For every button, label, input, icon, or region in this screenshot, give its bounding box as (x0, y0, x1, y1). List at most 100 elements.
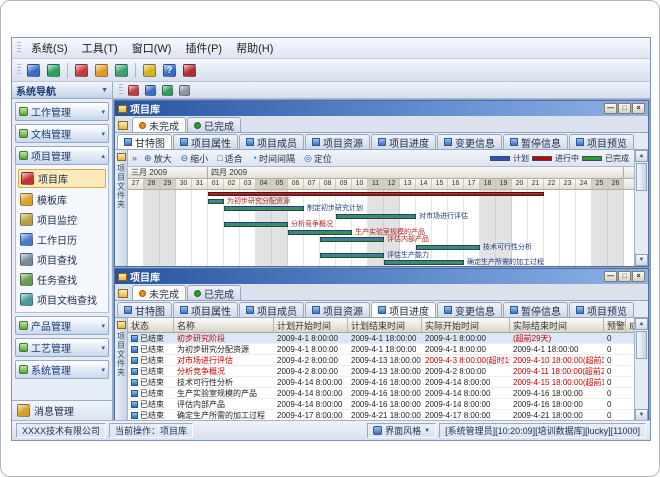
restore-button[interactable]: □ (618, 271, 631, 282)
gantt-bar-task[interactable] (384, 260, 464, 265)
filter-tab-unfinished[interactable]: 未完成 (132, 117, 186, 132)
view-tab-preview[interactable]: 项目预览 (569, 302, 634, 317)
gantt-bar-summary[interactable] (208, 192, 544, 196)
grid-view-button[interactable] (143, 83, 158, 98)
zoom-in-button[interactable]: ⊕放大 (140, 151, 176, 165)
gantt-bar-task[interactable] (208, 199, 224, 204)
scroll-thumb[interactable] (636, 331, 647, 359)
menu-help[interactable]: 帮助(H) (229, 38, 280, 58)
view-tab-members[interactable]: 项目成员 (239, 302, 304, 317)
menu-tools[interactable]: 工具(T) (75, 38, 125, 58)
save-button[interactable] (24, 61, 43, 80)
view-tab-pauses[interactable]: 暂停信息 (503, 134, 568, 149)
scroll-up-button[interactable]: ▲ (635, 150, 648, 162)
gantt-bar-task[interactable] (224, 206, 304, 211)
folder-side-tab[interactable]: 项目文件夹 (115, 150, 128, 266)
gantt-vertical-scrollbar[interactable]: ▲ ▼ (634, 150, 648, 266)
sidebar-panel-product-mgmt[interactable]: 产品管理▾ (15, 316, 109, 335)
view-tab-changes[interactable]: 变更信息 (437, 134, 502, 149)
menu-system[interactable]: 系统(S) (24, 38, 75, 58)
filter-tab-unfinished[interactable]: 未完成 (132, 285, 186, 300)
view-tab-pauses[interactable]: 暂停信息 (503, 302, 568, 317)
message-icon (17, 404, 30, 417)
report-button[interactable] (92, 61, 111, 80)
ui-style-dropdown[interactable]: 界面风格 ▼ (367, 423, 436, 438)
fit-button[interactable]: □适合 (213, 151, 246, 165)
view-tab-members[interactable]: 项目成员 (239, 134, 304, 149)
sidebar-panel-system-mgmt[interactable]: 系统管理▾ (15, 360, 109, 379)
gantt-bar-task[interactable] (288, 230, 352, 235)
column-header-plan-start[interactable]: 计划开始时间 (274, 318, 348, 332)
sidebar-item-work-calendar[interactable]: 工作日历 (18, 231, 106, 248)
sidebar-item-task-search[interactable]: 任务查找 (18, 271, 106, 288)
table-row[interactable]: 已结束为初步研究分配资源2009-4-1 8:00:002009-4-1 18:… (128, 344, 634, 355)
table-row[interactable]: 已结束评估内部产品2009-4-14 8:00:002009-4-16 18:0… (128, 399, 634, 410)
gantt-bar-task[interactable] (336, 214, 416, 219)
restore-button[interactable]: □ (618, 103, 631, 114)
view-tab-gantt[interactable]: 甘特图 (117, 302, 172, 317)
folder-side-tab[interactable]: 项目文件夹 (115, 318, 128, 421)
table-row[interactable]: 已结束对市场进行评估2009-4-2 8:00:002009-4-13 18:0… (128, 355, 634, 366)
gantt-bar-task[interactable] (416, 245, 480, 250)
table-row[interactable]: 已结束技术可行性分析2009-4-14 8:00:002009-4-16 18:… (128, 377, 634, 388)
gantt-bar-task[interactable] (224, 222, 288, 227)
column-header-name[interactable]: 名称 (174, 318, 274, 332)
table-vertical-scrollbar[interactable]: ▲ ▼ (634, 318, 648, 421)
minimize-button[interactable]: — (604, 271, 617, 282)
view-tab-resources[interactable]: 项目资源 (305, 134, 370, 149)
close-button[interactable]: × (632, 271, 645, 282)
table-row[interactable]: 已结束初步研究阶段2009-4-1 8:00:002009-4-1 18:00:… (128, 333, 634, 344)
column-header-plan-end[interactable]: 计划结束时间 (348, 318, 422, 332)
project-window-button[interactable] (126, 83, 141, 98)
chart-view-button[interactable] (160, 83, 175, 98)
column-header-warning[interactable]: 预警 (604, 318, 626, 332)
scroll-thumb[interactable] (636, 163, 647, 191)
lock-button[interactable] (140, 61, 159, 80)
sidebar-panel-doc-mgmt[interactable]: 文档管理▾ (15, 124, 109, 143)
menu-window[interactable]: 窗口(W) (125, 38, 179, 58)
zoom-out-button[interactable]: ⊖缩小 (177, 151, 213, 165)
sidebar-panel-project-mgmt[interactable]: 项目管理▴ (15, 146, 109, 165)
time-interval-button[interactable]: ◔时间间隔 (248, 151, 299, 165)
window-titlebar[interactable]: 项目库 —□× (115, 269, 648, 284)
view-tab-progress[interactable]: 项目进度 (371, 134, 436, 149)
scroll-up-button[interactable]: ▲ (635, 318, 648, 330)
help-button[interactable]: ? (160, 61, 179, 80)
view-tab-changes[interactable]: 变更信息 (437, 302, 502, 317)
gantt-bar-task[interactable] (320, 237, 384, 242)
column-header-actual-start[interactable]: 实际开始时间 (422, 318, 510, 332)
project-button[interactable] (72, 61, 91, 80)
minimize-button[interactable]: — (604, 103, 617, 114)
window-titlebar[interactable]: 项目库 —□× (115, 101, 648, 116)
sidebar-item-project-monitor[interactable]: 项目监控 (18, 211, 106, 228)
view-tab-progress[interactable]: 项目进度 (371, 302, 436, 317)
table-row[interactable]: 已结束生产实验室规模的产品2009-4-14 8:00:002009-4-16 … (128, 388, 634, 399)
sidebar-item-project-search[interactable]: 项目查找 (18, 251, 106, 268)
sidebar-panel-work-mgmt[interactable]: 工作管理▾ (15, 102, 109, 121)
filter-tab-finished[interactable]: 已完成 (187, 117, 241, 132)
filter-tab-finished[interactable]: 已完成 (187, 285, 241, 300)
column-header-status[interactable]: 状态 (128, 318, 174, 332)
sidebar-panel-process-mgmt[interactable]: 工艺管理▾ (15, 338, 109, 357)
sidebar-item-project-library[interactable]: 项目库 (18, 169, 106, 188)
menu-plugins[interactable]: 插件(P) (178, 38, 229, 58)
view-tab-resources[interactable]: 项目资源 (305, 302, 370, 317)
sidebar-item-project-doc-search[interactable]: 项目文档查找 (18, 291, 106, 308)
view-tab-preview[interactable]: 项目预览 (569, 134, 634, 149)
view-tab-props[interactable]: 项目属性 (173, 134, 238, 149)
sidebar-collapse-icon[interactable]: ▼ (101, 87, 108, 94)
sidebar-item-template-library[interactable]: 模板库 (18, 191, 106, 208)
gantt-bar-task[interactable] (320, 253, 384, 258)
view-tab-props[interactable]: 项目属性 (173, 302, 238, 317)
homepage-button[interactable] (44, 61, 63, 80)
close-button[interactable]: × (632, 103, 645, 114)
sidebar-tab-message-mgmt[interactable]: 消息管理 (12, 400, 112, 420)
table-row[interactable]: 已结束分析竞争概况2009-4-2 8:00:002009-4-13 18:00… (128, 366, 634, 377)
exit-button[interactable] (180, 61, 199, 80)
scroll-down-button[interactable]: ▼ (635, 254, 648, 266)
locate-button[interactable]: ◎定位 (300, 151, 336, 165)
column-header-actual-end[interactable]: 实际结束时间 (510, 318, 604, 332)
info-view-button[interactable] (177, 83, 192, 98)
view-tab-gantt[interactable]: 甘特图 (117, 134, 172, 149)
monitor-button[interactable] (112, 61, 131, 80)
